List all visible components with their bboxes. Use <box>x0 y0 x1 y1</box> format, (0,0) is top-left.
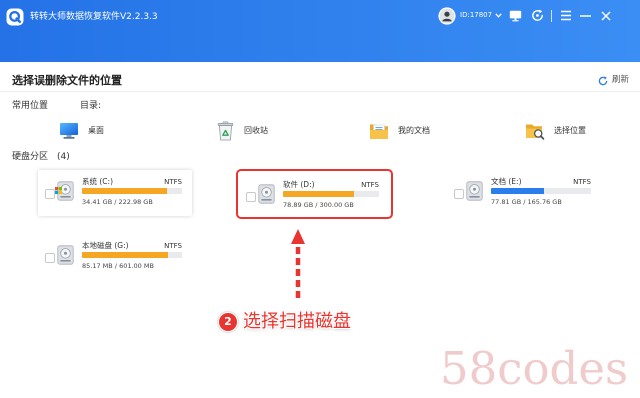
partitions-count: (4) <box>57 152 70 162</box>
disk-filesystem: NTFS <box>164 242 182 250</box>
user-id[interactable]: ID:17807 <box>460 11 492 20</box>
disk-name: 软件 (D:) <box>283 180 315 189</box>
location-my-documents[interactable]: 我的文档 <box>369 121 430 141</box>
disk-card-g[interactable]: 本地磁盘 (G:) NTFS 85.17 MB / 601.00 MB <box>38 234 192 280</box>
disk-usage: 85.17 MB / 601.00 MB <box>82 262 154 270</box>
header-divider <box>0 91 640 92</box>
disk-card-d[interactable]: 软件 (D:) NTFS 78.89 GB / 300.00 GB <box>239 173 389 219</box>
common-locations-heading: 常用位置 <box>12 101 49 111</box>
disk-checkbox[interactable] <box>246 192 256 202</box>
clock-refresh-icon[interactable] <box>531 9 544 22</box>
windows-icon <box>55 179 62 194</box>
location-label: 桌面 <box>88 126 104 135</box>
page-title: 选择误删除文件的位置 <box>12 74 122 87</box>
disk-filesystem: NTFS <box>573 178 591 186</box>
disk-checkbox[interactable] <box>45 189 55 199</box>
disk-usage: 77.81 GB / 165.76 GB <box>491 198 562 206</box>
minimize-icon[interactable] <box>580 15 591 17</box>
disk-filesystem: NTFS <box>361 181 379 189</box>
hard-drive-icon <box>57 245 74 265</box>
usage-bar <box>82 252 182 258</box>
disk-usage: 78.89 GB / 300.00 GB <box>283 201 354 209</box>
dashed-arrow-up-icon <box>290 229 306 300</box>
title-bar-separator <box>551 10 552 22</box>
step-number-badge: 2 <box>218 312 238 332</box>
usage-bar <box>283 191 379 197</box>
disk-checkbox[interactable] <box>454 189 464 199</box>
disk-filesystem: NTFS <box>164 178 182 186</box>
refresh-button[interactable]: 刷新 <box>598 75 629 86</box>
watermark: 58codes <box>440 342 629 395</box>
disk-card-c[interactable]: 系统 (C:) NTFS 34.41 GB / 222.98 GB <box>38 170 192 216</box>
disk-name: 文档 (E:) <box>491 177 522 186</box>
usage-bar-fill <box>283 191 355 197</box>
location-label: 我的文档 <box>398 126 430 135</box>
refresh-icon <box>598 75 608 86</box>
app-title: 转转大师数据恢复软件V2.2.3.3 <box>30 12 158 22</box>
location-label: 回收站 <box>244 126 268 135</box>
disk-usage: 34.41 GB / 222.98 GB <box>82 198 153 206</box>
location-choose[interactable]: 选择位置 <box>525 121 586 141</box>
usage-bar <box>82 188 182 194</box>
title-bar: 转转大师数据恢复软件V2.2.3.3 ID:17807 <box>0 0 640 62</box>
location-recycle-bin[interactable]: 回收站 <box>215 121 268 141</box>
documents-folder-icon <box>369 121 389 141</box>
hard-drive-icon <box>258 184 275 204</box>
close-icon[interactable] <box>601 11 611 21</box>
disk-card-e[interactable]: 文档 (E:) NTFS 77.81 GB / 165.76 GB <box>447 170 601 216</box>
disk-checkbox[interactable] <box>45 253 55 263</box>
usage-bar-fill <box>82 252 168 258</box>
menu-icon[interactable] <box>560 10 572 21</box>
chevron-down-icon[interactable] <box>495 13 502 18</box>
disk-name: 本地磁盘 (G:) <box>82 241 129 250</box>
recycle-bin-icon <box>215 121 235 141</box>
partitions-heading: 硬盘分区 <box>12 152 49 162</box>
refresh-label: 刷新 <box>612 75 630 85</box>
directory-label: 目录: <box>80 101 102 111</box>
disk-name: 系统 (C:) <box>82 177 113 186</box>
desktop-icon <box>59 121 79 141</box>
monitor-icon[interactable] <box>509 10 522 22</box>
logo-icon <box>6 8 24 26</box>
location-label: 选择位置 <box>554 126 586 135</box>
folder-search-icon <box>525 121 545 141</box>
usage-bar-fill <box>82 188 167 194</box>
usage-bar-fill <box>491 188 544 194</box>
location-desktop[interactable]: 桌面 <box>59 121 104 141</box>
usage-bar <box>491 188 591 194</box>
step-instruction: 选择扫描磁盘 <box>243 311 351 332</box>
hard-drive-icon <box>466 181 483 201</box>
avatar[interactable] <box>438 7 456 25</box>
